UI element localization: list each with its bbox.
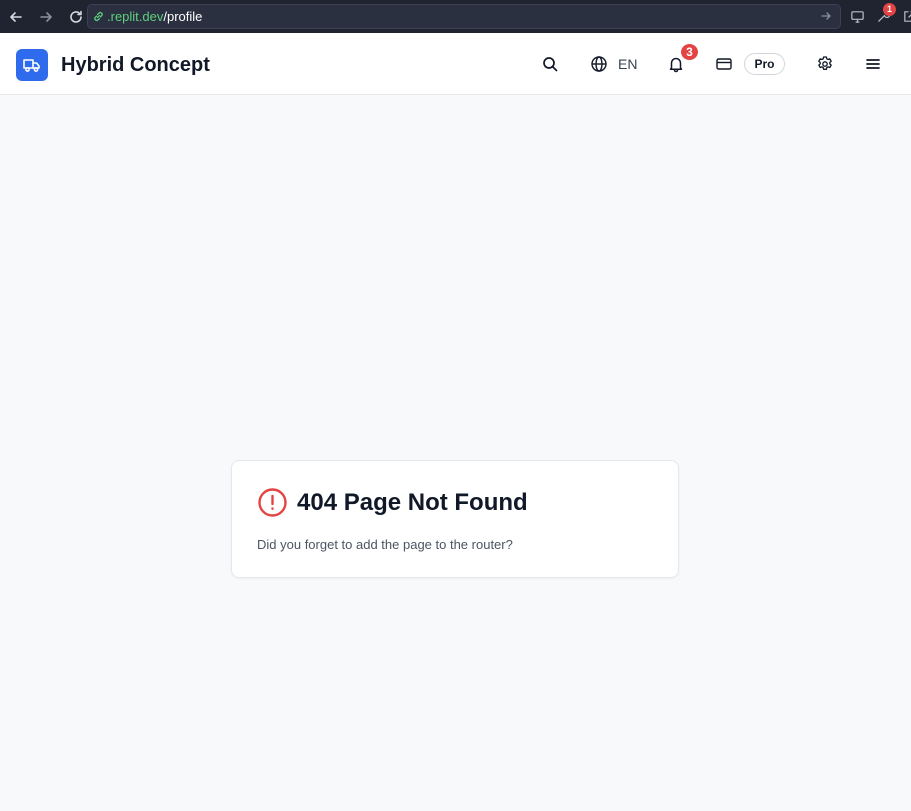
app-header: Hybrid Concept EN Pro [0,33,911,95]
menu-button[interactable] [857,48,889,80]
notification-count-badge: 3 [679,42,700,62]
not-found-title-row: 404 Page Not Found [257,487,528,518]
alert-circle-icon [258,488,287,517]
back-button[interactable] [2,3,30,31]
go-arrow-icon[interactable] [820,10,832,22]
settings-button[interactable] [809,48,841,80]
language-label: EN [618,56,638,72]
open-external-button[interactable] [898,6,911,28]
truck-icon [23,59,40,72]
brand[interactable]: Hybrid Concept [16,49,210,81]
brand-name: Hybrid Concept [61,53,210,76]
globe-icon [591,56,607,72]
arrow-left-icon [10,11,22,22]
hamburger-menu-icon [866,59,880,69]
language-selector[interactable]: EN [584,48,637,80]
brand-logo [16,49,48,81]
search-button[interactable] [534,48,566,80]
not-found-message: Did you forget to add the page to the ro… [257,537,513,552]
plan-badge[interactable]: Pro [744,53,785,75]
search-icon [543,57,558,72]
link-icon [92,10,105,23]
arrow-right-icon [40,11,52,22]
page-title: 404 Page Not Found [297,488,528,516]
forward-button[interactable] [32,3,60,31]
extension-button[interactable]: 1 [872,2,896,28]
monitor-button[interactable] [846,6,868,28]
browser-toolbar: .replit.dev/profile 1 [0,0,911,33]
not-found-card: 404 Page Not Found Did you forget to add… [231,460,679,578]
browser-actions: 1 [846,0,911,33]
reload-icon [70,10,82,23]
extension-badge: 1 [883,2,896,16]
external-link-icon [903,11,911,22]
url-host: .replit.dev [107,9,164,24]
address-bar[interactable]: .replit.dev/profile [87,4,841,29]
credit-card-icon [716,58,732,70]
reload-button[interactable] [62,3,90,31]
monitor-icon [850,11,864,23]
url-text: .replit.dev/profile [107,9,202,24]
gear-icon [818,56,832,70]
billing-button[interactable] [708,48,740,80]
url-path: /profile [163,9,203,24]
